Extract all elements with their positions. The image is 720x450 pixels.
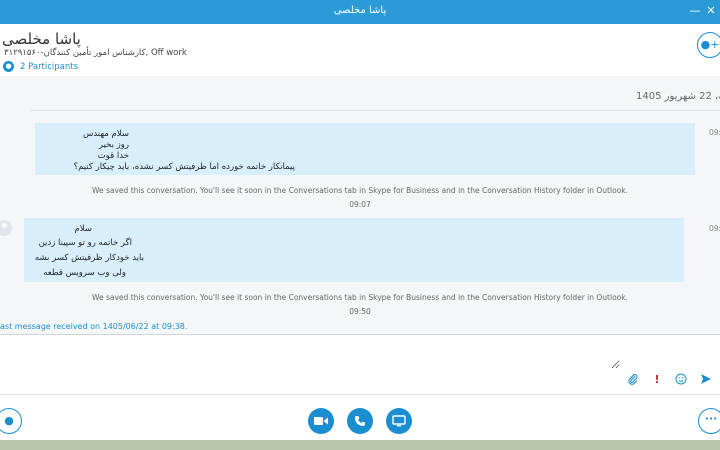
exclamation-icon[interactable]: ! — [650, 373, 664, 387]
participants-icon: ● — [3, 61, 14, 72]
window-title: پاشا مخلصی — [333, 5, 387, 16]
title-bar: پاشا مخلصی — ✕ — [0, 0, 720, 24]
chat-bubble-icon: ● — [4, 414, 14, 427]
message-bubble[interactable]: سلام اگر خاتمه رو تو سپینا زدین باید خود… — [24, 218, 684, 282]
notice-time: 09:07 — [349, 200, 371, 209]
date-label: شنبه، 22 شهریور 1405 — [636, 91, 720, 102]
notice-time: 09:50 — [349, 307, 371, 316]
monitor-icon — [392, 415, 406, 427]
message-time: 09:0 — [709, 128, 720, 137]
avatar — [0, 220, 12, 236]
video-call-button[interactable] — [308, 408, 334, 434]
video-camera-icon — [314, 417, 328, 425]
message-line: باید خودکار ظرفیتش کسر بشه — [34, 253, 144, 263]
audio-call-button[interactable] — [347, 408, 373, 434]
message-time: 09: — [709, 224, 720, 233]
add-person-icon: ●+ — [700, 38, 720, 51]
conversation-header: پاشا مخلصی ۳۱۲۹۱۵۶۰-کارشناس امور تأمین ک… — [0, 24, 720, 76]
participants-label: 2 Participants — [20, 61, 79, 72]
share-screen-button[interactable] — [386, 408, 412, 434]
contact-name: پاشا مخلصی — [2, 30, 81, 48]
message-line: اگر خاتمه رو تو سپینا زدین — [38, 238, 132, 248]
conversation-pane[interactable]: شنبه، 22 شهریور 1405 سلام مهندس روز بخیر… — [0, 76, 720, 334]
more-options-button[interactable]: ··· — [698, 408, 720, 434]
call-controls-bar: ● ··· — [0, 394, 720, 440]
message-line: پیمانکار خاتمه خورده اما ظرفیتش کسر نشده… — [73, 162, 295, 172]
last-message-info: ast message received on 1405/06/22 at 09… — [0, 322, 188, 331]
compose-area: ! — [0, 334, 720, 394]
more-icon: ··· — [704, 412, 718, 425]
participants-link[interactable]: ● 2 Participants — [3, 61, 78, 72]
add-person-button[interactable]: ●+ — [697, 32, 720, 58]
contact-status: ۳۱۲۹۱۵۶۰-کارشناس امور تأمین کنندگان, Off… — [4, 48, 187, 58]
paperclip-icon[interactable] — [626, 373, 640, 387]
minimize-button[interactable]: — — [688, 3, 702, 19]
date-header: شنبه، 22 شهریور 1405 — [30, 91, 720, 111]
message-line: روز بخیر — [98, 140, 129, 150]
send-icon[interactable] — [699, 373, 713, 387]
message-line: سلام — [74, 224, 92, 234]
desktop-strip — [0, 440, 720, 450]
chat-button[interactable]: ● — [0, 408, 22, 434]
message-bubble[interactable]: سلام مهندس روز بخیر خدا قوت پیمانکار خات… — [35, 123, 695, 175]
emoji-icon[interactable] — [674, 373, 688, 387]
message-line: سلام مهندس — [82, 129, 129, 139]
message-input[interactable] — [0, 339, 620, 369]
saved-notice: We saved this conversation. You'll see i… — [92, 293, 628, 302]
saved-notice: We saved this conversation. You'll see i… — [92, 186, 628, 195]
close-button[interactable]: ✕ — [704, 3, 718, 19]
message-line: ولی وب سرویس قطعه — [43, 268, 126, 278]
message-line: خدا قوت — [97, 151, 129, 161]
phone-icon — [355, 416, 365, 426]
